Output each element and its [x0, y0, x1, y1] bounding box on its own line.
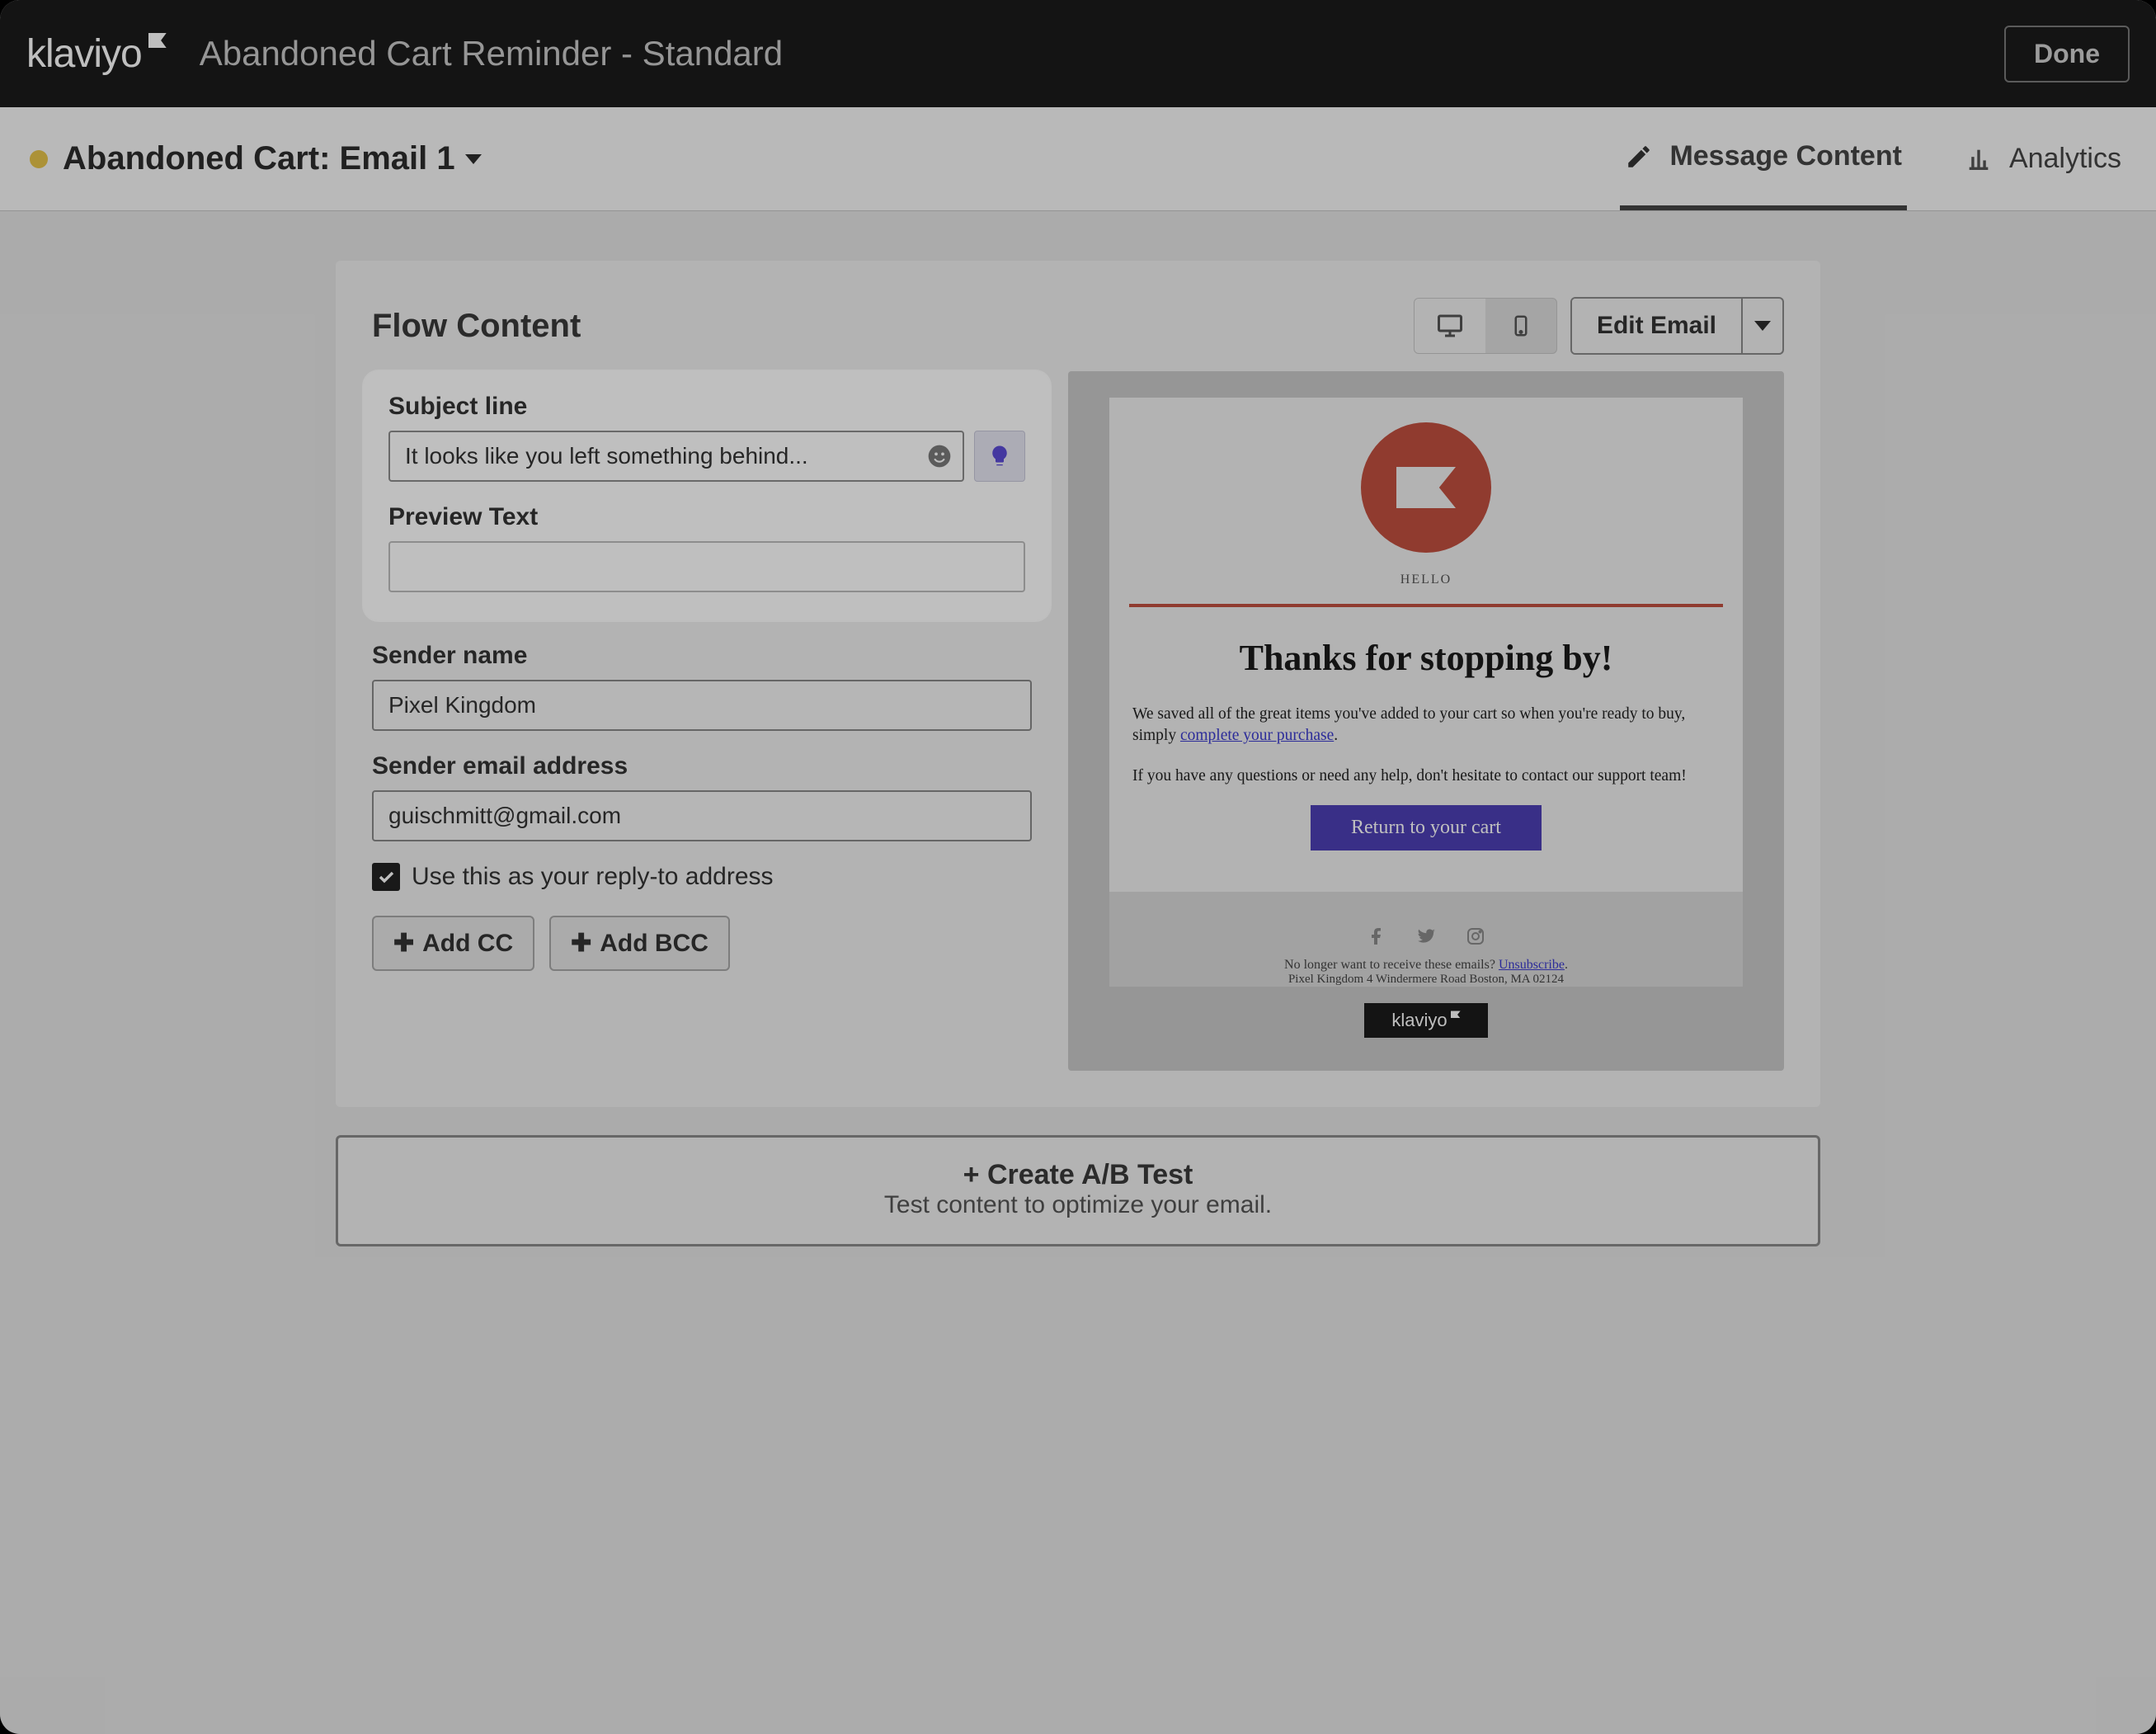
create-ab-test-button[interactable]: + Create A/B Test Test content to optimi…: [336, 1135, 1820, 1246]
caret-down-icon: [1754, 321, 1771, 331]
preview-body-1: We saved all of the great items you've a…: [1132, 704, 1720, 747]
edit-email-group: Edit Email: [1570, 297, 1784, 355]
klaviyo-badge: klaviyo: [1364, 1003, 1488, 1038]
badge-text: klaviyo: [1391, 1010, 1447, 1031]
sender-name-label: Sender name: [372, 642, 1032, 670]
reply-to-label: Use this as your reply-to address: [412, 863, 774, 891]
emoji-picker-button[interactable]: [926, 443, 953, 469]
ai-suggestion-button[interactable]: [974, 431, 1025, 482]
unsubscribe-link[interactable]: Unsubscribe: [1499, 958, 1565, 972]
sender-email-input[interactable]: [372, 790, 1032, 841]
logo: klaviyo: [26, 31, 167, 77]
toolbar: Edit Email: [1414, 297, 1784, 355]
email-preview: HELLO Thanks for stopping by! We saved a…: [1109, 398, 1743, 987]
main: Flow Content Edit Email: [0, 211, 2156, 1296]
complete-purchase-link[interactable]: complete your purchase: [1180, 727, 1334, 744]
tabs: Message Content Analytics: [1620, 107, 2126, 210]
subheader: Abandoned Cart: Email 1 Message Content …: [0, 107, 2156, 211]
flow-content-card: Flow Content Edit Email: [336, 261, 1820, 1107]
preview-heading: Thanks for stopping by!: [1109, 637, 1743, 679]
divider: [1129, 604, 1723, 607]
facebook-icon[interactable]: [1365, 925, 1388, 948]
subject-preview-panel: Subject line Pr: [364, 371, 1050, 620]
tab-message-content-label: Message Content: [1669, 140, 1902, 172]
social-icons: [1109, 908, 1743, 958]
email-preview-column: HELLO Thanks for stopping by! We saved a…: [1068, 371, 1784, 1071]
pencil-icon: [1625, 143, 1653, 171]
preview-text-input[interactable]: [388, 541, 1025, 592]
tab-analytics[interactable]: Analytics: [1960, 107, 2126, 210]
badge-flag-icon: [1451, 1011, 1461, 1018]
device-toggle: [1414, 298, 1557, 354]
address-line: Pixel Kingdom 4 Windermere Road Boston, …: [1109, 973, 1743, 987]
plus-icon: ✚: [571, 929, 591, 958]
add-bcc-button[interactable]: ✚ Add BCC: [549, 916, 730, 971]
edit-email-button[interactable]: Edit Email: [1572, 299, 1741, 353]
topbar: klaviyo Abandoned Cart Reminder - Standa…: [0, 0, 2156, 107]
checkbox-checked-icon: [372, 863, 400, 891]
add-cc-button[interactable]: ✚ Add CC: [372, 916, 534, 971]
mobile-view-button[interactable]: [1485, 299, 1556, 353]
done-button[interactable]: Done: [2004, 26, 2130, 82]
chart-bar-icon: [1965, 145, 1993, 173]
status-dot-icon: [30, 150, 48, 168]
edit-email-dropdown[interactable]: [1741, 299, 1782, 353]
preview-hello: HELLO: [1109, 573, 1743, 587]
unsubscribe-line: No longer want to receive these emails? …: [1109, 958, 1743, 973]
twitter-icon[interactable]: [1415, 925, 1438, 948]
reply-to-checkbox-row[interactable]: Use this as your reply-to address: [372, 863, 1032, 891]
add-bcc-label: Add BCC: [600, 930, 708, 958]
brand-logo-icon: [1361, 422, 1491, 553]
email-title-dropdown[interactable]: Abandoned Cart: Email 1: [63, 140, 482, 177]
brand-flag-icon: [1396, 467, 1456, 508]
breadcrumb: Abandoned Cart Reminder - Standard: [200, 34, 783, 73]
caret-down-icon: [465, 154, 482, 164]
tab-analytics-label: Analytics: [2009, 143, 2121, 175]
sender-email-label: Sender email address: [372, 752, 1032, 780]
subject-input[interactable]: [388, 431, 964, 482]
logo-flag-icon: [148, 33, 167, 48]
logo-text: klaviyo: [26, 31, 142, 77]
tab-message-content[interactable]: Message Content: [1620, 107, 1907, 210]
subject-label: Subject line: [388, 393, 1025, 421]
return-to-cart-button[interactable]: Return to your cart: [1311, 805, 1542, 851]
sender-name-input[interactable]: [372, 680, 1032, 731]
card-title: Flow Content: [372, 308, 581, 345]
desktop-view-button[interactable]: [1415, 299, 1485, 353]
add-cc-label: Add CC: [422, 930, 513, 958]
ab-test-subtitle: Test content to optimize your email.: [338, 1191, 1818, 1219]
preview-text-label: Preview Text: [388, 503, 1025, 531]
instagram-icon[interactable]: [1464, 925, 1487, 948]
email-title-text: Abandoned Cart: Email 1: [63, 140, 455, 177]
ab-test-title: + Create A/B Test: [338, 1159, 1818, 1191]
plus-icon: ✚: [393, 929, 414, 958]
form-column: Subject line Pr: [372, 371, 1032, 1071]
preview-body-2: If you have any questions or need any he…: [1132, 766, 1720, 787]
